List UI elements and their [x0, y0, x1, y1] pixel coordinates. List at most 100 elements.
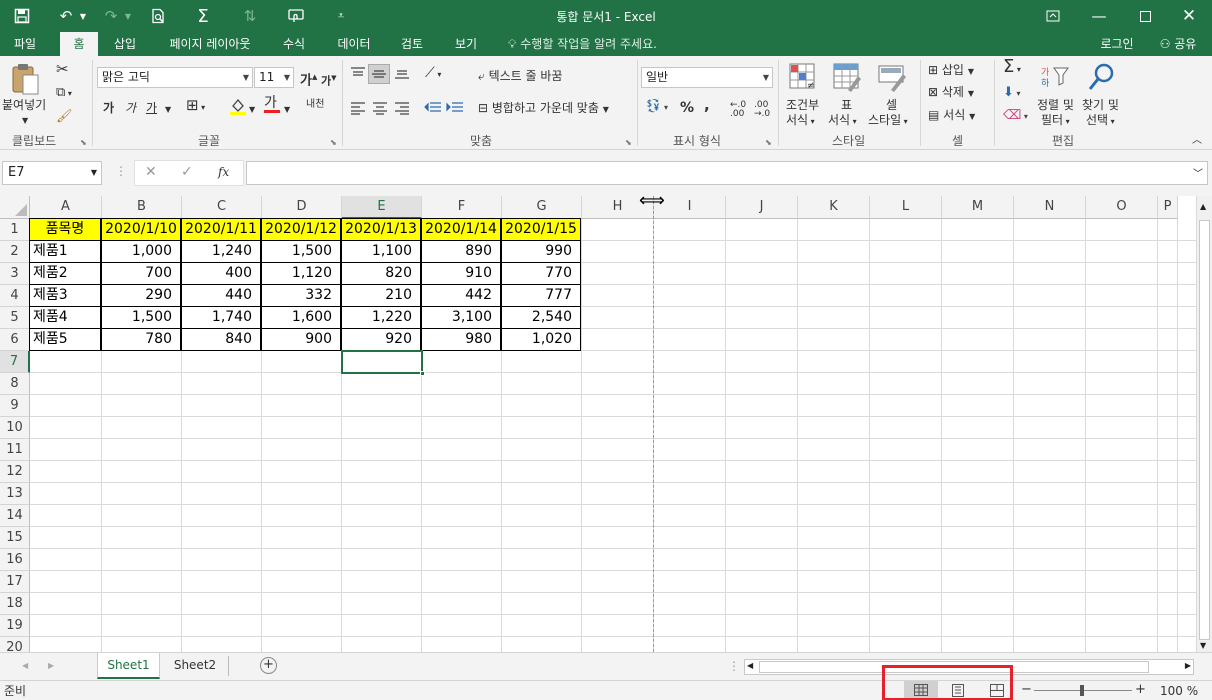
scroll-left-icon[interactable]: ◀: [747, 661, 753, 670]
italic-button[interactable]: 가: [125, 101, 136, 115]
data-cell[interactable]: 920: [341, 328, 421, 351]
row-header-18[interactable]: 18: [0, 593, 30, 615]
format-cells-button[interactable]: ▤ 서식 ▼: [928, 108, 975, 124]
zoom-level[interactable]: 100 %: [1160, 684, 1198, 698]
row-header-13[interactable]: 13: [0, 483, 30, 505]
row-header-20[interactable]: 20: [0, 637, 30, 652]
delete-cells-button[interactable]: ⊠ 삭제 ▼: [928, 85, 974, 101]
data-cell[interactable]: 980: [421, 328, 501, 351]
row-header-6[interactable]: 6: [0, 329, 30, 351]
row-header-5[interactable]: 5: [0, 307, 30, 329]
increase-decimal-icon[interactable]: ←.0.00: [730, 101, 746, 119]
font-name-dropdown[interactable]: 맑은 고딕 ▼: [97, 67, 253, 88]
data-cell[interactable]: 1,120: [261, 262, 341, 285]
data-cell[interactable]: 제품3: [29, 284, 101, 307]
tab-review[interactable]: 검토: [390, 32, 434, 56]
formula-input[interactable]: ﹀: [246, 161, 1208, 185]
data-cell[interactable]: 제품5: [29, 328, 101, 351]
zoom-slider-thumb[interactable]: [1080, 685, 1084, 696]
percent-button[interactable]: %: [680, 101, 694, 115]
row-header-3[interactable]: 3: [0, 263, 30, 285]
sort-filter-icon[interactable]: 가하: [1040, 64, 1070, 93]
tab-view[interactable]: 보기: [444, 32, 488, 56]
column-header-o[interactable]: O: [1086, 196, 1158, 219]
row-header-12[interactable]: 12: [0, 461, 30, 483]
comma-button[interactable]: ,: [704, 98, 710, 113]
format-as-table-label-2[interactable]: 서식 ▾: [828, 113, 857, 129]
align-bottom-icon[interactable]: [394, 66, 410, 83]
header-cell[interactable]: 2020/1/15: [501, 218, 581, 241]
header-cell[interactable]: 2020/1/12: [261, 218, 341, 241]
data-cell[interactable]: 442: [421, 284, 501, 307]
align-middle-icon[interactable]: [368, 64, 390, 84]
data-cell[interactable]: 900: [261, 328, 341, 351]
borders-icon[interactable]: ⊞ ▾: [186, 98, 205, 115]
data-cell[interactable]: 210: [341, 284, 421, 307]
share-button[interactable]: ⚇ 공유: [1148, 32, 1208, 56]
ribbon-display-options-icon[interactable]: [1030, 0, 1076, 32]
row-header-8[interactable]: 8: [0, 373, 30, 395]
row-header-19[interactable]: 19: [0, 615, 30, 637]
align-center-icon[interactable]: [372, 101, 388, 118]
zoom-in-button[interactable]: +: [1135, 683, 1146, 697]
tab-formulas[interactable]: 수식: [272, 32, 316, 56]
number-format-dropdown[interactable]: 일반 ▼: [641, 67, 773, 88]
copy-icon[interactable]: ⧉ ▾: [56, 86, 72, 101]
number-launcher-icon[interactable]: ⬊: [765, 136, 772, 150]
data-cell[interactable]: 1,500: [261, 240, 341, 263]
font-color-icon[interactable]: 가: [264, 96, 280, 113]
row-header-15[interactable]: 15: [0, 527, 30, 549]
merge-center-button[interactable]: ⊟ 병합하고 가운데 맞춤 ▼: [478, 101, 609, 117]
decrease-decimal-icon[interactable]: .00 →.0: [754, 101, 770, 119]
font-color-dropdown-icon[interactable]: ▼: [284, 103, 290, 117]
paste-button[interactable]: 붙여넣기: [2, 98, 46, 112]
autosum-icon[interactable]: Σ ▾: [1003, 58, 1021, 77]
row-header-4[interactable]: 4: [0, 285, 30, 307]
paste-icon[interactable]: [10, 62, 42, 99]
data-cell[interactable]: 제품1: [29, 240, 101, 263]
tab-page-layout[interactable]: 페이지 레이아웃: [158, 32, 262, 56]
data-cell[interactable]: 1,000: [101, 240, 181, 263]
data-cell[interactable]: 1,600: [261, 306, 341, 329]
column-header-m[interactable]: M: [942, 196, 1014, 219]
row-header-7[interactable]: 7: [0, 351, 30, 373]
shrink-font-button[interactable]: 가▼: [321, 71, 337, 89]
conditional-formatting-label[interactable]: 조건부: [786, 98, 819, 112]
add-sheet-icon[interactable]: +: [260, 657, 277, 674]
column-header-c[interactable]: C: [182, 196, 262, 219]
sort-filter-label-2[interactable]: 필터 ▾: [1041, 113, 1070, 129]
row-header-16[interactable]: 16: [0, 549, 30, 571]
data-cell[interactable]: 제품4: [29, 306, 101, 329]
format-as-table-icon[interactable]: [832, 62, 862, 95]
clipboard-launcher-icon[interactable]: ⬊: [80, 136, 87, 150]
header-cell[interactable]: 품목명: [29, 218, 101, 241]
cut-icon[interactable]: ✂: [56, 62, 69, 77]
data-cell[interactable]: 1,100: [341, 240, 421, 263]
data-cell[interactable]: 440: [181, 284, 261, 307]
column-header-a[interactable]: A: [30, 196, 102, 219]
tab-insert[interactable]: 삽입: [104, 32, 146, 56]
data-cell[interactable]: 400: [181, 262, 261, 285]
align-right-icon[interactable]: [394, 101, 410, 118]
select-all-button[interactable]: [0, 196, 30, 219]
expand-formula-bar-icon[interactable]: ﹀: [1193, 165, 1203, 180]
vertical-scrollbar[interactable]: ▲ ▼: [1196, 196, 1212, 652]
find-select-icon[interactable]: [1088, 62, 1116, 95]
tab-file[interactable]: 파일: [0, 32, 50, 56]
data-cell[interactable]: 777: [501, 284, 581, 307]
header-cell[interactable]: 2020/1/13: [341, 218, 421, 241]
scroll-down-icon[interactable]: ▼: [1200, 641, 1206, 650]
find-select-label-2[interactable]: 선택 ▾: [1086, 113, 1115, 129]
increase-indent-icon[interactable]: [446, 101, 464, 118]
fill-handle[interactable]: [420, 371, 425, 376]
header-cell[interactable]: 2020/1/14: [421, 218, 501, 241]
column-header-b[interactable]: B: [102, 196, 182, 219]
formula-bar-splitter-icon[interactable]: ⋮: [115, 164, 127, 178]
data-cell[interactable]: 890: [421, 240, 501, 263]
paste-dropdown-icon[interactable]: ▼: [22, 114, 28, 128]
data-cell[interactable]: 1,220: [341, 306, 421, 329]
column-header-d[interactable]: D: [262, 196, 342, 219]
grow-font-button[interactable]: 가▲: [300, 70, 317, 88]
minimize-button[interactable]: —: [1076, 0, 1122, 32]
fill-icon[interactable]: ⬇ ▾: [1003, 86, 1020, 101]
